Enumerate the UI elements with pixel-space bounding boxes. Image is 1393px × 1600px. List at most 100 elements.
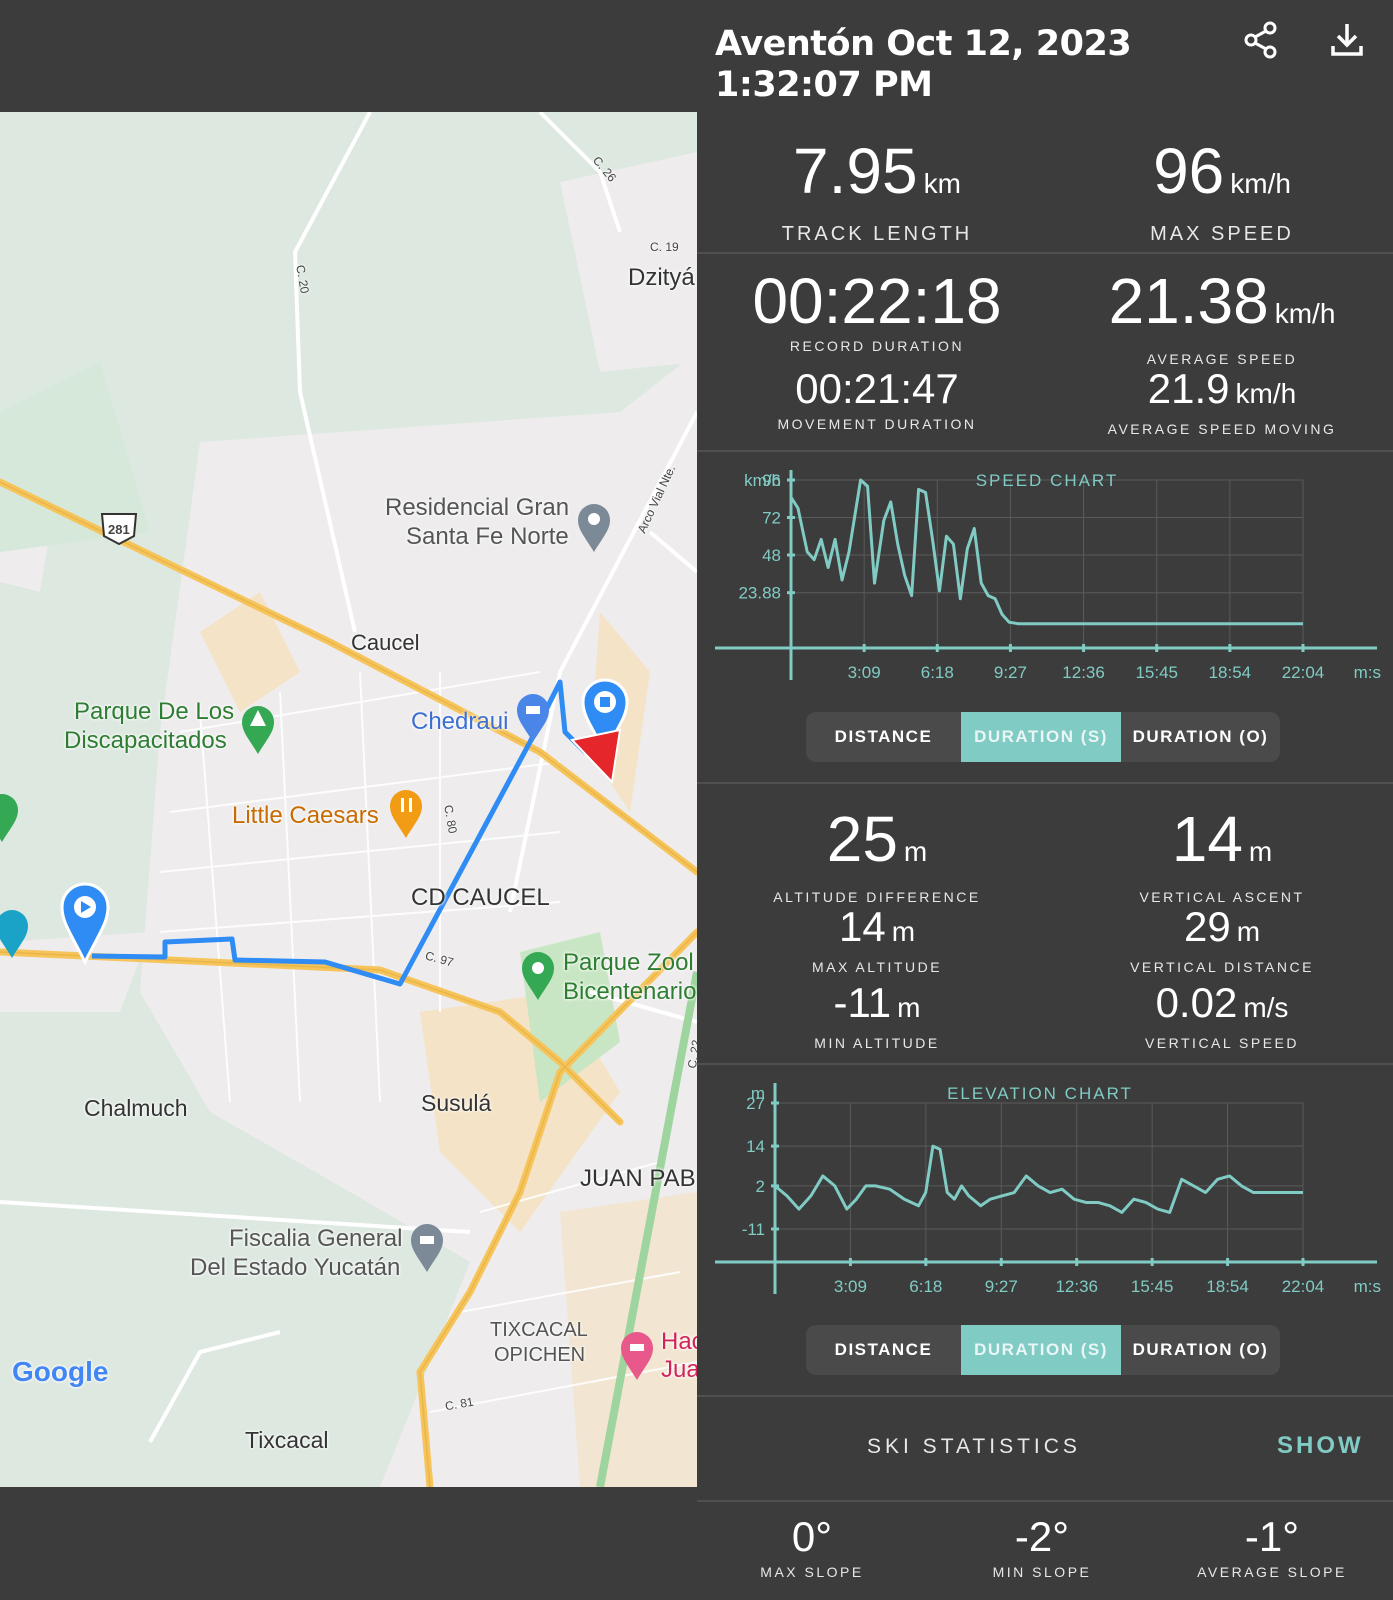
vertical-distance-label: VERTICAL DISTANCE — [1130, 959, 1314, 975]
vertical-speed-stat: 0.02 m/s VERTICAL SPEED — [1057, 979, 1387, 1052]
place-label: Susulá — [421, 1090, 492, 1116]
altitude-difference-stat: 25 m ALTITUDE DIFFERENCE — [707, 806, 1047, 905]
min-slope-label: MIN SLOPE — [992, 1564, 1092, 1580]
place-label: Bicentenario — [563, 978, 697, 1005]
share-icon[interactable] — [1241, 20, 1281, 60]
vertical-distance-stat: 29 m VERTICAL DISTANCE — [1057, 903, 1387, 976]
divider — [697, 1500, 1393, 1502]
stats-panel: Aventón Oct 12, 2023 1:32:07 PM 7.95 km T… — [697, 0, 1393, 1600]
max-altitude-unit: m — [891, 916, 916, 947]
y-tick-label: 14 — [746, 1137, 765, 1156]
chart-title: SPEED CHART — [976, 471, 1119, 490]
y-unit-label: m — [751, 1084, 765, 1103]
place-label: JUAN PAB — [580, 1165, 696, 1192]
place-label: Parque Zool — [563, 949, 694, 976]
divider — [697, 1063, 1393, 1065]
place-label: CD CAUCEL — [411, 884, 550, 911]
place-label: TIXCACAL — [490, 1319, 588, 1341]
divider — [697, 252, 1393, 254]
x-tick-label: 6:18 — [909, 1277, 942, 1296]
place-label: Dzityá — [628, 264, 695, 291]
movement-duration-label: MOVEMENT DURATION — [777, 416, 977, 432]
place-label: Caucel — [351, 630, 420, 655]
min-altitude-unit: m — [897, 992, 921, 1023]
max-slope-value: 0 — [791, 1513, 816, 1560]
average-speed-stat: 21.38 km/h AVERAGE SPEED — [1057, 268, 1387, 367]
vertical-ascent-unit: m — [1248, 836, 1273, 867]
map-view[interactable]: C. 26 C. 19 C. 20 281 Arco Vial Nte. C. … — [0, 112, 697, 1487]
government-pin-icon — [411, 1224, 443, 1272]
x-tick-label: 15:45 — [1131, 1277, 1174, 1296]
movement-duration-value: 00:21:47 — [795, 365, 959, 412]
vertical-ascent-stat: 14 m VERTICAL ASCENT — [1057, 806, 1387, 905]
vertical-speed-label: VERTICAL SPEED — [1144, 1035, 1300, 1051]
record-duration-value: 00:22:18 — [752, 265, 1002, 337]
vertical-speed-unit: m/s — [1243, 992, 1289, 1023]
y-tick-label: 2 — [756, 1177, 765, 1196]
place-label: Fiscalia General — [229, 1225, 403, 1252]
max-speed-value: 96 — [1153, 135, 1225, 207]
x-tick-label: 22:04 — [1282, 1277, 1325, 1296]
x-tick-label: 18:54 — [1206, 1277, 1249, 1296]
speed-chart-mode-toggle[interactable]: DISTANCE DURATION (S) DURATION (O) — [806, 712, 1280, 762]
ski-statistics-label: SKI STATISTICS — [867, 1435, 1081, 1458]
place-label: Jua — [661, 1356, 697, 1383]
max-slope-label: MAX SLOPE — [760, 1564, 864, 1580]
min-slope-value: -2 — [1014, 1513, 1053, 1560]
max-slope-unit: ° — [815, 1513, 833, 1560]
speed-toggle-distance[interactable]: DISTANCE — [806, 712, 961, 762]
chart-title: ELEVATION CHART — [947, 1084, 1133, 1103]
altitude-difference-value: 25 — [826, 803, 898, 875]
ski-statistics-show-button[interactable]: SHOW — [1277, 1432, 1364, 1460]
x-tick-label: 15:45 — [1135, 663, 1178, 682]
average-speed-unit: km/h — [1274, 298, 1336, 329]
average-slope-label: AVERAGE SLOPE — [1197, 1564, 1347, 1580]
elevation-toggle-distance[interactable]: DISTANCE — [806, 1325, 961, 1375]
download-icon[interactable] — [1327, 20, 1367, 60]
road-label: C. 19 — [650, 240, 679, 254]
vertical-ascent-value: 14 — [1171, 803, 1243, 875]
y-unit-label: km/h — [744, 471, 781, 490]
vertical-speed-value: 0.02 — [1155, 979, 1238, 1026]
x-tick-label: 12:36 — [1062, 663, 1105, 682]
y-tick-label: 48 — [762, 546, 781, 565]
speed-toggle-duration-o[interactable]: DURATION (O) — [1121, 712, 1280, 762]
track-length-stat: 7.95 km TRACK LENGTH — [707, 138, 1047, 246]
x-unit-label: m:s — [1354, 663, 1381, 682]
altitude-difference-unit: m — [903, 836, 928, 867]
track-title: Aventón Oct 12, 2023 1:32:07 PM — [715, 24, 1132, 106]
x-tick-label: 18:54 — [1209, 663, 1252, 682]
x-tick-label: 6:18 — [921, 663, 954, 682]
elevation-chart-mode-toggle[interactable]: DISTANCE DURATION (S) DURATION (O) — [806, 1325, 1280, 1375]
divider — [697, 450, 1393, 452]
y-tick-label: 23.88 — [738, 584, 781, 603]
movement-duration-stat: 00:21:47 MOVEMENT DURATION — [707, 365, 1047, 433]
elevation-toggle-duration-o[interactable]: DURATION (O) — [1121, 1325, 1280, 1375]
record-duration-label: RECORD DURATION — [789, 338, 965, 354]
x-tick-label: 3:09 — [848, 663, 881, 682]
max-speed-unit: km/h — [1230, 168, 1291, 199]
divider — [697, 1395, 1393, 1397]
x-tick-label: 9:27 — [985, 1277, 1018, 1296]
vertical-distance-value: 29 — [1183, 903, 1231, 950]
highway-281-label: 281 — [108, 522, 130, 537]
max-altitude-stat: 14 m MAX ALTITUDE — [707, 904, 1047, 976]
track-title-time: 1:32:07 PM — [715, 65, 933, 105]
average-slope-stat: -1° AVERAGE SLOPE — [1157, 1513, 1387, 1581]
average-speed-moving-stat: 21.9 km/h AVERAGE SPEED MOVING — [1057, 365, 1387, 438]
elevation-toggle-duration-s[interactable]: DURATION (S) — [961, 1325, 1121, 1375]
place-label: Chedraui — [411, 708, 509, 735]
max-speed-label: MAX SPEED — [1150, 223, 1294, 245]
average-speed-moving-value: 21.9 — [1147, 365, 1230, 412]
place-label: Residencial Gran — [385, 494, 570, 521]
x-unit-label: m:s — [1354, 1277, 1381, 1296]
speed-toggle-duration-s[interactable]: DURATION (S) — [961, 712, 1121, 762]
max-speed-stat: 96 km/h MAX SPEED — [1057, 138, 1387, 246]
average-slope-value: -1 — [1244, 1513, 1283, 1560]
speed-chart[interactable]: 96724823.883:09 6:18 9:27 12:36 15:45 18:54 22… — [697, 462, 1393, 692]
place-label: Santa Fe Norte — [406, 523, 569, 550]
min-altitude-label: MIN ALTITUDE — [814, 1035, 940, 1051]
average-speed-moving-label: AVERAGE SPEED MOVING — [1107, 421, 1337, 437]
elevation-chart[interactable]: 27142-113:09 6:18 9:27 12:36 15:45 18:54 22:04… — [697, 1075, 1393, 1305]
track-length-unit: km — [923, 168, 961, 199]
